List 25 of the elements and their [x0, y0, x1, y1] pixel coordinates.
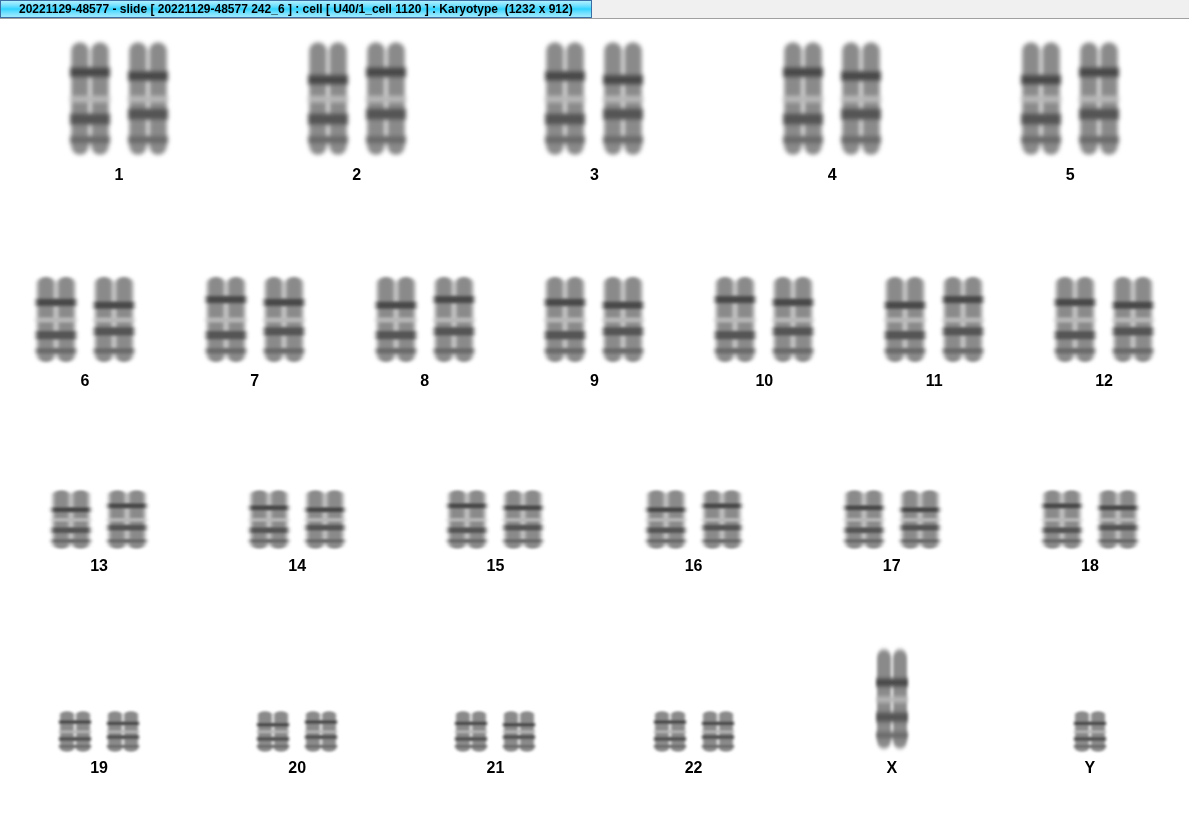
chromosome-number: 7	[250, 371, 260, 391]
chromosome-number: 2	[352, 165, 362, 185]
chromosome-number: 14	[288, 556, 307, 576]
chromosome-number: 10	[755, 371, 774, 391]
window-title: 20221129-48577 - slide [ 20221129-48577 242_6 ] : cell [ U40/1_cell 1120 ] : Karyotype (1232 x 912)	[0, 0, 592, 18]
chromosome-number: 21	[486, 758, 505, 778]
chromosome-number: 17	[882, 556, 901, 576]
chromosome-number: 3	[590, 165, 599, 185]
chromosome-number: 15	[486, 556, 505, 576]
chromosome-number: Y	[1084, 758, 1096, 778]
chromosome-number: 18	[1081, 556, 1099, 576]
chromosome-number: 8	[420, 371, 430, 391]
chromosome-number: 12	[1095, 371, 1113, 391]
chromosome-number: 22	[684, 758, 703, 778]
chromosome-number: X	[886, 758, 898, 778]
chromosome-number: 9	[590, 371, 599, 391]
chromosome-number: 6	[80, 371, 90, 391]
chromosome-number: 20	[288, 758, 307, 778]
chromosome-number: 4	[827, 165, 837, 185]
chromosome-number: 16	[684, 556, 703, 576]
chromosome-number: 5	[1065, 165, 1075, 185]
chromosome-number: 19	[90, 758, 108, 778]
chromosome-number: 13	[90, 556, 108, 576]
chromosome-number: 1	[114, 165, 124, 185]
chromosome-number: 11	[925, 371, 943, 391]
